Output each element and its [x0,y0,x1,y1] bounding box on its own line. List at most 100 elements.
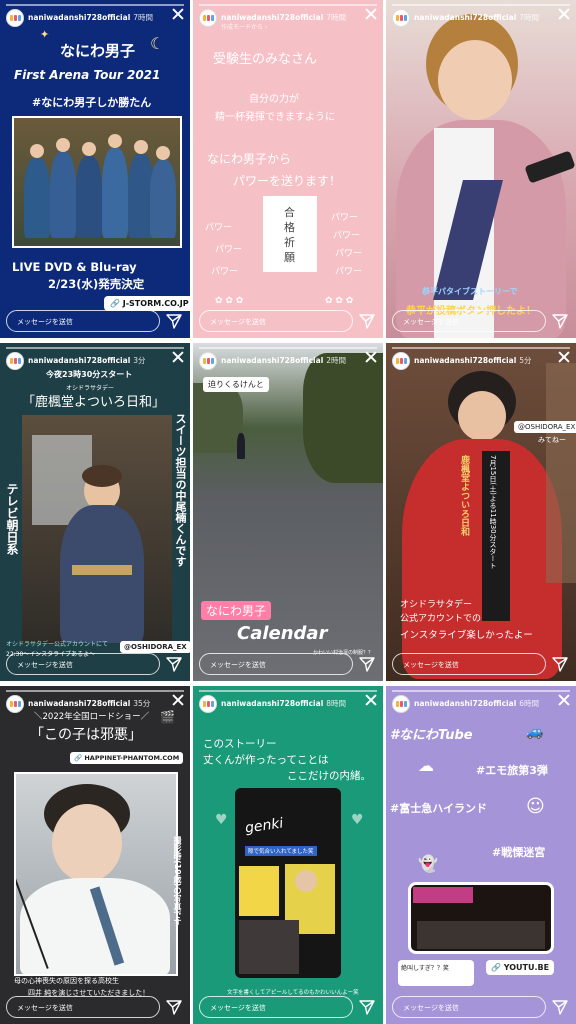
power-text: パワー [335,267,363,277]
line-4: なにわ男子から [207,152,292,166]
username[interactable]: naniwadanshi728official 35分 [28,698,150,709]
tour-title: First Arena Tour 2021 [14,68,161,82]
send-icon[interactable] [166,313,182,329]
story-grid: なにわ男子 ☾ ✦ First Arena Tour 2021 #なにわ男子しか… [0,0,576,1024]
story-header: naniwadanshi728official 7時間 [386,0,576,34]
avatar[interactable] [199,695,217,713]
line-2: 自分の力が [249,94,299,105]
username[interactable]: naniwadanshi728official 6時間 [414,698,539,709]
avatar[interactable] [6,9,24,27]
mention-sticker[interactable]: @OSHIDORA_EX [120,641,190,653]
username[interactable]: naniwadanshi728official 7時間 [28,12,153,23]
close-icon[interactable] [556,6,572,22]
close-icon[interactable] [556,349,572,365]
headline: なにわ男子 [60,42,136,60]
story-tile-8[interactable]: このストーリー 丈くんが作ったってことは ここだけの内緒。 genki 隙で気合… [193,686,383,1024]
story-header: naniwadanshi728official 6時間 [386,686,576,720]
avatar[interactable] [392,695,410,713]
story-header: naniwadanshi728official 2時間 [193,343,383,377]
message-input[interactable]: メッセージを送信 [6,310,160,332]
mention-sticker[interactable]: @OSHIDORA_EX [514,421,576,433]
close-icon[interactable] [363,349,379,365]
close-icon[interactable] [170,692,186,708]
send-icon[interactable] [552,313,568,329]
line-3: 精一杯発揮できますように [215,112,335,123]
close-icon[interactable] [363,692,379,708]
calendar-label: Calendar [237,623,328,644]
avatar[interactable] [392,352,410,370]
link-sticker[interactable]: 🔗 J-STORM.CO.JP [104,296,190,311]
avatar[interactable] [199,352,217,370]
message-input[interactable]: メッセージを送信 [392,310,546,332]
story-header: naniwadanshi728official 35分 [0,686,190,720]
message-input[interactable]: メッセージを送信 [199,310,353,332]
vertical-caption: スイーツ担当の中尾楠くんです [174,413,187,567]
drama-photo [22,415,172,643]
message-input[interactable]: メッセージを送信 [199,996,353,1018]
group-sticker: なにわ男子 [201,601,272,620]
avatar[interactable] [392,9,410,27]
avatar[interactable] [6,352,24,370]
send-icon[interactable] [359,313,375,329]
send-icon[interactable] [552,656,568,672]
progress-bar [199,690,377,692]
post-time: 7時間 [519,13,540,22]
story-footer: メッセージを送信 [392,310,570,332]
username[interactable]: naniwadanshi728official 7時間 [414,12,539,23]
send-icon[interactable] [552,999,568,1015]
close-icon[interactable] [556,692,572,708]
send-icon[interactable] [166,656,182,672]
message-input[interactable]: メッセージを送信 [392,996,546,1018]
story-header: naniwadanshi728official 3分 [0,343,190,377]
caption-3: インスタライブ楽しかったよー [400,630,533,641]
story-footer: メッセージを送信 [6,996,184,1018]
headline: 受験生のみなさん [213,52,318,67]
line-1: このストーリー [203,738,277,750]
story-tile-3[interactable]: 恭平パタイブストーリーで 恭平が投稿ボタン押したよ！ naniwadanshi7… [386,0,576,338]
caption: 文字を書くしてアピールしてるのもかわいいんよー笑 [227,990,359,996]
hashtag-4: #戦慄迷宮 [492,846,546,859]
message-input[interactable]: メッセージを送信 [6,653,160,675]
username[interactable]: naniwadanshi728official 5分 [414,355,532,366]
username[interactable]: naniwadanshi728official 3分 [28,355,146,366]
hashtag-3: #富士急ハイランド [390,802,487,815]
avatar[interactable] [199,9,217,27]
username[interactable]: naniwadanshi728official 2時間 [221,355,346,366]
caption-2: 公式アカウントでの [400,614,482,624]
story-tile-5[interactable]: 迫りくるけんと なにわ男子 Calendar かわいい村治凛の制服？？ nani… [193,343,383,681]
send-icon[interactable] [359,999,375,1015]
label-sticker: 迫りくるけんと [203,377,269,392]
send-icon[interactable] [359,656,375,672]
happi-print-1: 鹿楓堂よついろ日和 [459,455,469,536]
close-icon[interactable] [170,6,186,22]
close-icon[interactable] [363,6,379,22]
message-input[interactable]: メッセージを送信 [199,653,353,675]
progress-bar [199,4,377,6]
heart-icon: ♥ [215,812,228,828]
message-input[interactable]: メッセージを送信 [392,653,546,675]
message-input[interactable]: メッセージを送信 [6,996,160,1018]
story-tile-4[interactable]: 今夜23時30分スタート オシドラサタデー 「鹿楓堂よついろ日和」 スイーツ担当… [0,343,190,681]
story-subtitle[interactable]: 作成モードから › [221,22,267,31]
story-header: naniwadanshi728official 7時間 作成モードから › [193,0,383,34]
username[interactable]: naniwadanshi728official 8時間 [221,698,346,709]
close-icon[interactable] [170,349,186,365]
story-footer: メッセージを送信 [199,653,377,675]
link-sticker[interactable]: 🔗 YOUTU.BE [486,960,555,975]
story-footer: メッセージを送信 [392,996,570,1018]
send-icon[interactable] [166,999,182,1015]
story-tile-7[interactable]: ＼2022年全国ロードショー／ 「この子は邪悪」 🎬 🔗 HAPPINET-PH… [0,686,190,1024]
story-tile-6[interactable]: @OSHIDORA_EX みてねー 鹿楓堂よついろ日和 7月15日(土)よる11… [386,343,576,681]
channel: テレビ朝日系 [5,483,19,555]
story-tile-1[interactable]: なにわ男子 ☾ ✦ First Arena Tour 2021 #なにわ男子しか… [0,0,190,338]
post-time: 6時間 [519,699,540,708]
avatar[interactable] [6,695,24,713]
story-tile-9[interactable]: #なにわTube 🚙 ☁ #エモ旅第3弾 #富士急ハイランド ☺ #戦慄迷宮 👻… [386,686,576,1024]
story-tile-2[interactable]: 受験生のみなさん 自分の力が 精一杯発揮できますように なにわ男子から パワーを… [193,0,383,338]
line-2: 丈くんが作ったってことは [203,754,329,766]
link-sticker[interactable]: 🔗 HAPPINET-PHANTOM.COM [70,752,184,764]
insta-note-1: オシドラサタデー公式アカウントにて [6,641,109,648]
drama-title: 「鹿楓堂よついろ日和」 [22,395,166,410]
post-time: 5分 [519,356,532,365]
story-footer: メッセージを送信 [199,310,377,332]
